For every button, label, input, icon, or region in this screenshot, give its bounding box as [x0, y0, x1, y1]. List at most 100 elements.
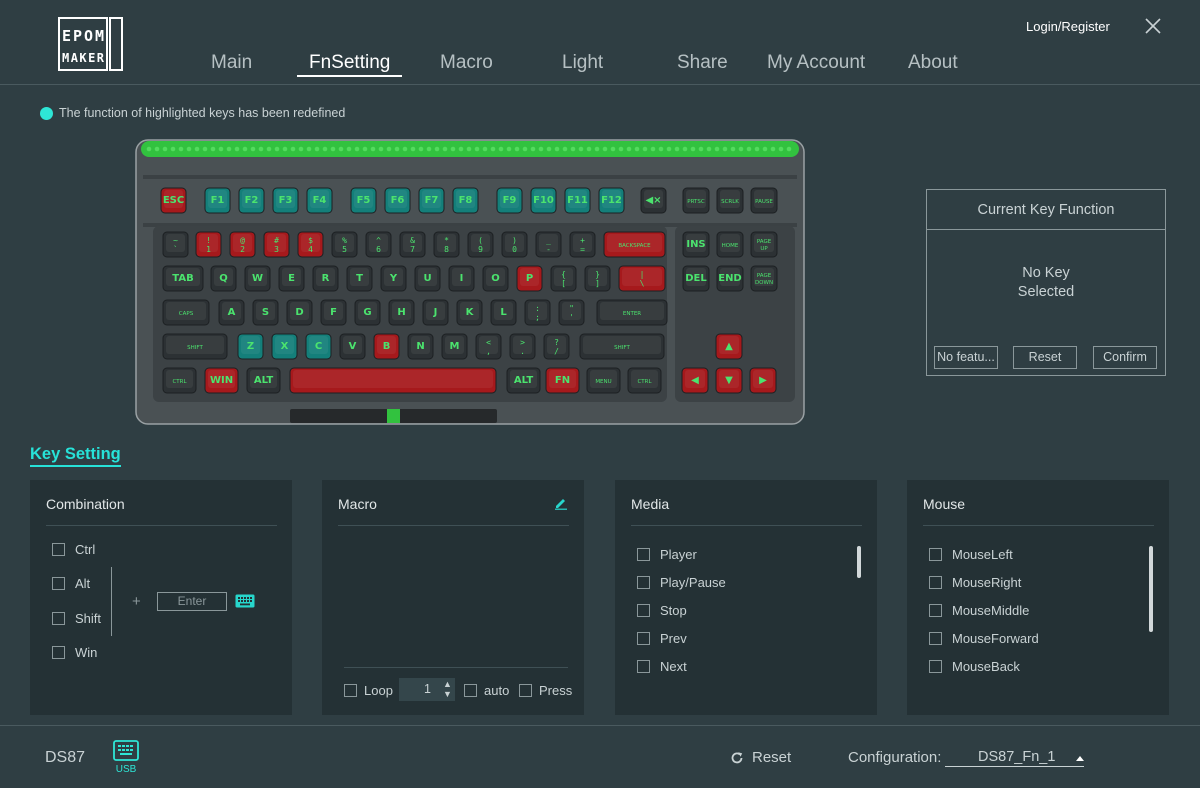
win-checkbox[interactable]: Win: [52, 645, 97, 660]
key-s[interactable]: S: [252, 299, 279, 326]
configuration-select[interactable]: DS87_Fn_1: [945, 747, 1084, 767]
key-alt[interactable]: ALT: [246, 367, 281, 394]
tab-share[interactable]: Share: [677, 52, 728, 74]
key-f11[interactable]: F11: [564, 187, 591, 214]
key-[interactable]: _-: [535, 231, 562, 258]
confirm-button[interactable]: Confirm: [1093, 346, 1157, 369]
checkbox-box[interactable]: [52, 612, 65, 625]
key-1[interactable]: !1: [195, 231, 222, 258]
key-k[interactable]: K: [456, 299, 483, 326]
mouse-scrollbar[interactable]: [1149, 546, 1153, 632]
tab-my-account[interactable]: My Account: [767, 52, 865, 74]
key-m[interactable]: M: [441, 333, 468, 360]
key-tab[interactable]: TAB: [162, 265, 204, 292]
tab-fnsetting[interactable]: FnSetting: [309, 52, 390, 74]
mouse-item-forward[interactable]: MouseForward: [929, 631, 1039, 646]
key-i[interactable]: I: [448, 265, 475, 292]
key-fn[interactable]: FN: [545, 367, 580, 394]
key-f6[interactable]: F6: [384, 187, 411, 214]
key-7[interactable]: &7: [399, 231, 426, 258]
checkbox-box[interactable]: [929, 632, 942, 645]
checkbox-box[interactable]: [929, 604, 942, 617]
key-[interactable]: +=: [569, 231, 596, 258]
key-win[interactable]: WIN: [204, 367, 239, 394]
key-3[interactable]: #3: [263, 231, 290, 258]
key-[interactable]: ◀×: [640, 187, 667, 214]
loop-count-stepper[interactable]: 1 ▲ ▼: [399, 678, 455, 701]
key-page-down[interactable]: PAGEDOWN: [750, 265, 778, 292]
key-0[interactable]: )0: [501, 231, 528, 258]
checkbox-box[interactable]: [637, 632, 650, 645]
checkbox-box[interactable]: [52, 577, 65, 590]
usb-connection[interactable]: USB: [111, 739, 141, 779]
key-ins[interactable]: INS: [682, 231, 710, 258]
key-e[interactable]: E: [278, 265, 305, 292]
pencil-icon[interactable]: [554, 496, 568, 510]
key-f12[interactable]: F12: [598, 187, 625, 214]
reset-key-button[interactable]: Reset: [1013, 346, 1077, 369]
key-[interactable]: }]: [584, 265, 611, 292]
key-f3[interactable]: F3: [272, 187, 299, 214]
key-prtsc[interactable]: PRTSC: [682, 187, 710, 214]
key-[interactable]: >.: [509, 333, 536, 360]
key-[interactable]: ▶: [749, 367, 777, 394]
key-f10[interactable]: F10: [530, 187, 557, 214]
stepper-up-icon[interactable]: ▲: [443, 679, 452, 689]
key-6[interactable]: ^6: [365, 231, 392, 258]
key-pause[interactable]: PAUSE: [750, 187, 778, 214]
key-input[interactable]: Enter: [157, 592, 227, 611]
checkbox-box[interactable]: [929, 660, 942, 673]
key-alt[interactable]: ALT: [506, 367, 541, 394]
key-u[interactable]: U: [414, 265, 441, 292]
checkbox-box[interactable]: [637, 660, 650, 673]
mouse-item-back[interactable]: MouseBack: [929, 659, 1020, 674]
key-o[interactable]: O: [482, 265, 509, 292]
checkbox-box[interactable]: [929, 548, 942, 561]
key-scrlk[interactable]: SCRLK: [716, 187, 744, 214]
media-item-play-pause[interactable]: Play/Pause: [637, 575, 726, 590]
key-q[interactable]: Q: [210, 265, 237, 292]
key-9[interactable]: (9: [467, 231, 494, 258]
key-4[interactable]: $4: [297, 231, 324, 258]
key-[interactable]: ◀: [681, 367, 709, 394]
media-item-stop[interactable]: Stop: [637, 603, 687, 618]
key-page-up[interactable]: PAGEUP: [750, 231, 778, 258]
checkbox-box[interactable]: [929, 576, 942, 589]
key-8[interactable]: *8: [433, 231, 460, 258]
login-register-link[interactable]: Login/Register: [1026, 19, 1110, 34]
key-d[interactable]: D: [286, 299, 313, 326]
key-w[interactable]: W: [244, 265, 271, 292]
key-f7[interactable]: F7: [418, 187, 445, 214]
key-[interactable]: ▼: [715, 367, 743, 394]
key-b[interactable]: B: [373, 333, 400, 360]
shift-checkbox[interactable]: Shift: [52, 611, 101, 626]
key-space[interactable]: [289, 367, 497, 394]
key-del[interactable]: DEL: [682, 265, 710, 292]
key-shift[interactable]: SHIFT: [579, 333, 665, 360]
key-y[interactable]: Y: [380, 265, 407, 292]
loop-checkbox[interactable]: Loop: [344, 683, 393, 698]
media-scrollbar[interactable]: [857, 546, 861, 578]
key-[interactable]: |\: [618, 265, 666, 292]
mouse-item-left[interactable]: MouseLeft: [929, 547, 1013, 562]
key-f4[interactable]: F4: [306, 187, 333, 214]
key-end[interactable]: END: [716, 265, 744, 292]
key-setting-title[interactable]: Key Setting: [30, 444, 121, 467]
key-f2[interactable]: F2: [238, 187, 265, 214]
key-t[interactable]: T: [346, 265, 373, 292]
key-f1[interactable]: F1: [204, 187, 231, 214]
checkbox-box[interactable]: [344, 684, 357, 697]
key-enter[interactable]: ENTER: [596, 299, 668, 326]
key-[interactable]: "': [558, 299, 585, 326]
auto-checkbox[interactable]: auto: [464, 683, 509, 698]
tab-light[interactable]: Light: [562, 52, 603, 74]
stepper-down-icon[interactable]: ▼: [443, 689, 452, 699]
key-n[interactable]: N: [407, 333, 434, 360]
checkbox-box[interactable]: [519, 684, 532, 697]
tab-main[interactable]: Main: [211, 52, 252, 74]
tab-about[interactable]: About: [908, 52, 958, 74]
mouse-item-middle[interactable]: MouseMiddle: [929, 603, 1029, 618]
tab-macro[interactable]: Macro: [440, 52, 493, 74]
key-home[interactable]: HOME: [716, 231, 744, 258]
key-v[interactable]: V: [339, 333, 366, 360]
